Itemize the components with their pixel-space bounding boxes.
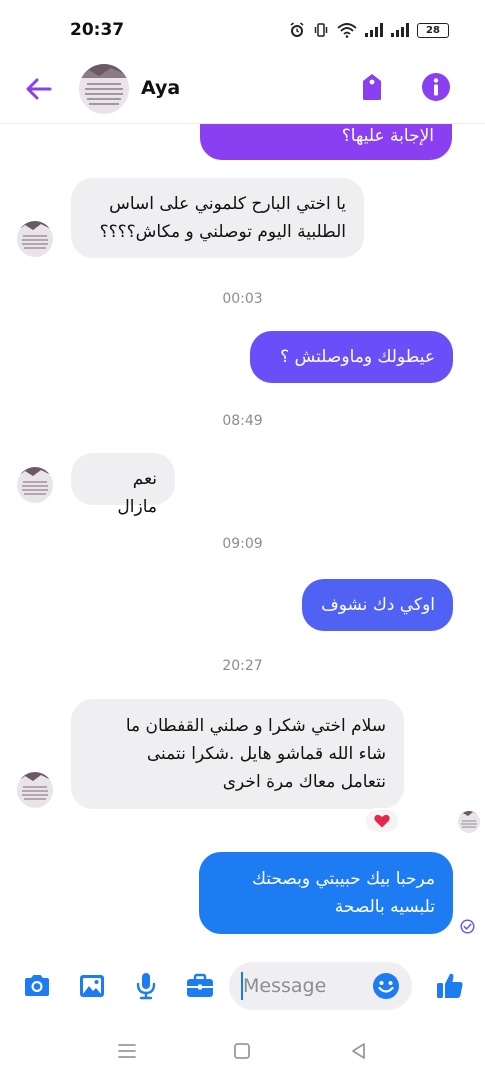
contact-avatar[interactable]	[17, 772, 53, 808]
message-line: نتعامل معاك مرة اخرى	[222, 772, 386, 792]
message-line: الطلبية اليوم توصلني و مكاش؟؟؟؟	[99, 222, 346, 242]
status-bar: 20:37 28	[0, 0, 485, 58]
status-icons: 28	[289, 22, 449, 38]
timestamp: 00:03	[222, 291, 263, 307]
timestamp: 09:09	[222, 536, 263, 552]
incoming-message[interactable]: سلام اختي شكرا و صلني القفطان ما شاء الل…	[71, 699, 404, 809]
gallery-icon[interactable]	[76, 970, 108, 1002]
menu-icon[interactable]	[116, 1040, 138, 1062]
message-text: الإجابة عليها؟	[341, 126, 434, 146]
back-arrow-icon[interactable]	[22, 72, 56, 106]
status-time: 20:37	[70, 20, 125, 40]
message-text: اوكي دك نشوف	[321, 595, 435, 615]
outgoing-message[interactable]: عيطولك وماوصلتش ؟	[250, 331, 453, 383]
message-line: مرحبا بيك حبيبتي وبصحتك	[251, 869, 435, 889]
message-text: نعم مازال	[117, 469, 157, 517]
wifi-icon	[337, 23, 357, 38]
alarm-icon	[290, 22, 304, 37]
message-line: شاء الله قماشو هايل .شكرا نتمنى	[146, 744, 386, 764]
emoji-icon[interactable]	[372, 972, 400, 1000]
home-icon[interactable]	[231, 1040, 253, 1062]
heart-reaction[interactable]	[364, 808, 400, 834]
outgoing-message[interactable]: مرحبا بيك حبيبتي وبصحتك تلبسيه بالصحة	[199, 852, 453, 934]
message-line: تلبسيه بالصحة	[334, 897, 435, 917]
briefcase-icon[interactable]	[184, 970, 216, 1002]
vibrate-icon	[314, 23, 328, 37]
message-list[interactable]: الإجابة عليها؟ يا اختي البارح كلموني على…	[0, 124, 485, 942]
incoming-message[interactable]: نعم مازال	[71, 453, 175, 517]
back-icon[interactable]	[348, 1040, 370, 1062]
system-nav-bar	[0, 1030, 485, 1070]
outgoing-message[interactable]: الإجابة عليها؟	[200, 124, 452, 160]
tag-icon[interactable]	[356, 71, 388, 103]
message-line: سلام اختي شكرا و صلني القفطان ما	[125, 716, 386, 736]
thumbs-up-icon[interactable]	[434, 970, 466, 1002]
timestamp: 20:27	[222, 658, 263, 674]
message-text: عيطولك وماوصلتش ؟	[280, 347, 435, 367]
contact-name[interactable]: Aya	[141, 77, 180, 99]
outgoing-message[interactable]: اوكي دك نشوف	[302, 579, 453, 631]
signal-icon	[391, 23, 409, 37]
read-receipt-avatar	[458, 811, 480, 833]
message-line: يا اختي البارح كلموني على اساس	[109, 194, 346, 214]
message-composer	[0, 958, 485, 1016]
conversation-header: Aya	[0, 58, 485, 124]
signal-icon	[365, 23, 383, 37]
contact-avatar[interactable]	[17, 221, 53, 257]
contact-avatar[interactable]	[79, 64, 129, 114]
incoming-message[interactable]: يا اختي البارح كلموني على اساس الطلبية ا…	[71, 178, 364, 258]
microphone-icon[interactable]	[130, 970, 162, 1002]
info-icon[interactable]	[420, 71, 452, 103]
camera-icon[interactable]	[21, 970, 53, 1002]
battery-icon: 28	[417, 22, 449, 38]
contact-avatar[interactable]	[17, 467, 53, 503]
sent-check-icon	[460, 919, 475, 934]
timestamp: 08:49	[222, 413, 263, 429]
heart-icon	[374, 814, 390, 828]
text-cursor	[241, 972, 243, 1000]
